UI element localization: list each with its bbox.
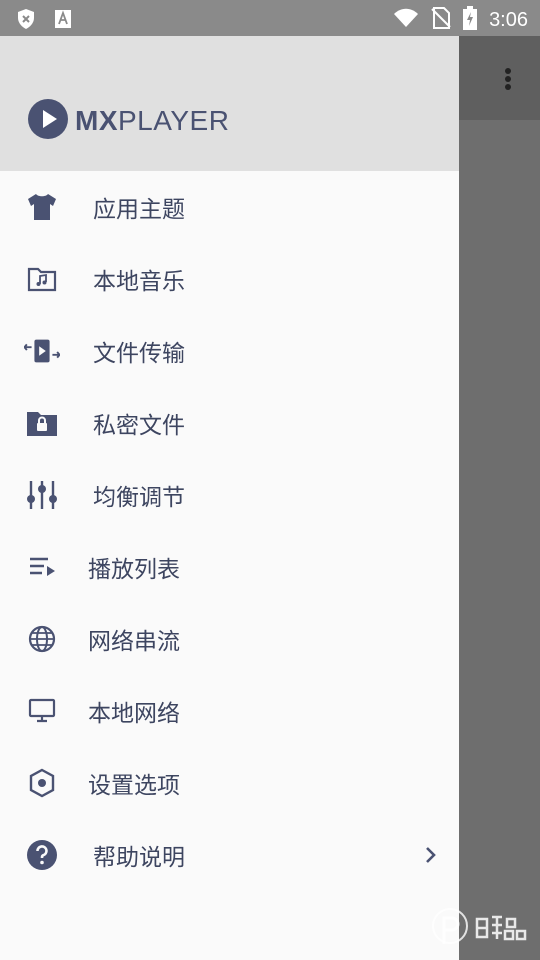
- drawer-header: MX PLAYER: [0, 36, 459, 171]
- menu-item-private-files[interactable]: 私密文件: [0, 387, 459, 459]
- battery-charging-icon: [463, 6, 478, 34]
- font-a-icon: [54, 9, 72, 33]
- settings-icon: [24, 765, 60, 801]
- status-bar: 3:06: [0, 0, 540, 36]
- menu-item-help[interactable]: 帮助说明: [0, 819, 459, 891]
- menu-item-label: 设置选项: [88, 773, 180, 799]
- private-folder-icon: [24, 405, 60, 441]
- shield-x-icon: [16, 8, 36, 34]
- logo-mx-text: MX: [75, 105, 118, 136]
- site-watermark-logo: [430, 906, 534, 950]
- menu-item-label: 均衡调节: [93, 485, 185, 511]
- menu-item-label: 应用主题: [93, 197, 185, 223]
- help-icon: [24, 837, 60, 873]
- menu-item-playlist[interactable]: 播放列表: [0, 531, 459, 603]
- monitor-icon: [24, 693, 60, 729]
- menu-item-network-stream[interactable]: 网络串流: [0, 603, 459, 675]
- menu-item-local-network[interactable]: 本地网络: [0, 675, 459, 747]
- equalizer-icon: [24, 477, 60, 513]
- tshirt-icon: [24, 189, 60, 225]
- chevron-right-icon: [421, 843, 441, 867]
- logo-player-text: PLAYER: [118, 105, 230, 136]
- mx-player-logo: MX PLAYER: [27, 98, 229, 144]
- no-sim-icon: [431, 7, 451, 33]
- app-content-scrim[interactable]: [459, 120, 540, 960]
- app-toolbar: [459, 36, 540, 120]
- menu-item-equalizer[interactable]: 均衡调节: [0, 459, 459, 531]
- navigation-drawer: MX PLAYER 应用主题 本地音乐 文件传输 私密文件 均衡调节 播放列表 …: [0, 36, 459, 960]
- playlist-icon: [24, 549, 60, 585]
- globe-icon: [24, 621, 60, 657]
- menu-item-label: 本地音乐: [93, 269, 185, 295]
- overflow-menu-icon[interactable]: [498, 66, 518, 96]
- menu-item-label: 网络串流: [88, 629, 180, 655]
- play-logo-icon: [27, 98, 69, 144]
- drawer-menu: 应用主题 本地音乐 文件传输 私密文件 均衡调节 播放列表 网络串流 本地网络 …: [0, 171, 459, 891]
- file-transfer-icon: [24, 333, 60, 369]
- music-folder-icon: [24, 261, 60, 297]
- menu-item-label: 私密文件: [93, 413, 185, 439]
- menu-item-label: 播放列表: [88, 557, 180, 583]
- menu-item-label: 文件传输: [93, 341, 185, 367]
- menu-item-label: 本地网络: [88, 701, 180, 727]
- menu-item-file-transfer[interactable]: 文件传输: [0, 315, 459, 387]
- menu-item-label: 帮助说明: [93, 845, 185, 871]
- status-time: 3:06: [489, 9, 528, 31]
- menu-item-local-music[interactable]: 本地音乐: [0, 243, 459, 315]
- screen: 3:06 MX PLAYER 应用主题 本地音乐 文件传输 私密文件 均衡调节 …: [0, 0, 540, 960]
- wifi-icon: [393, 8, 419, 32]
- menu-item-settings[interactable]: 设置选项: [0, 747, 459, 819]
- menu-item-theme[interactable]: 应用主题: [0, 171, 459, 243]
